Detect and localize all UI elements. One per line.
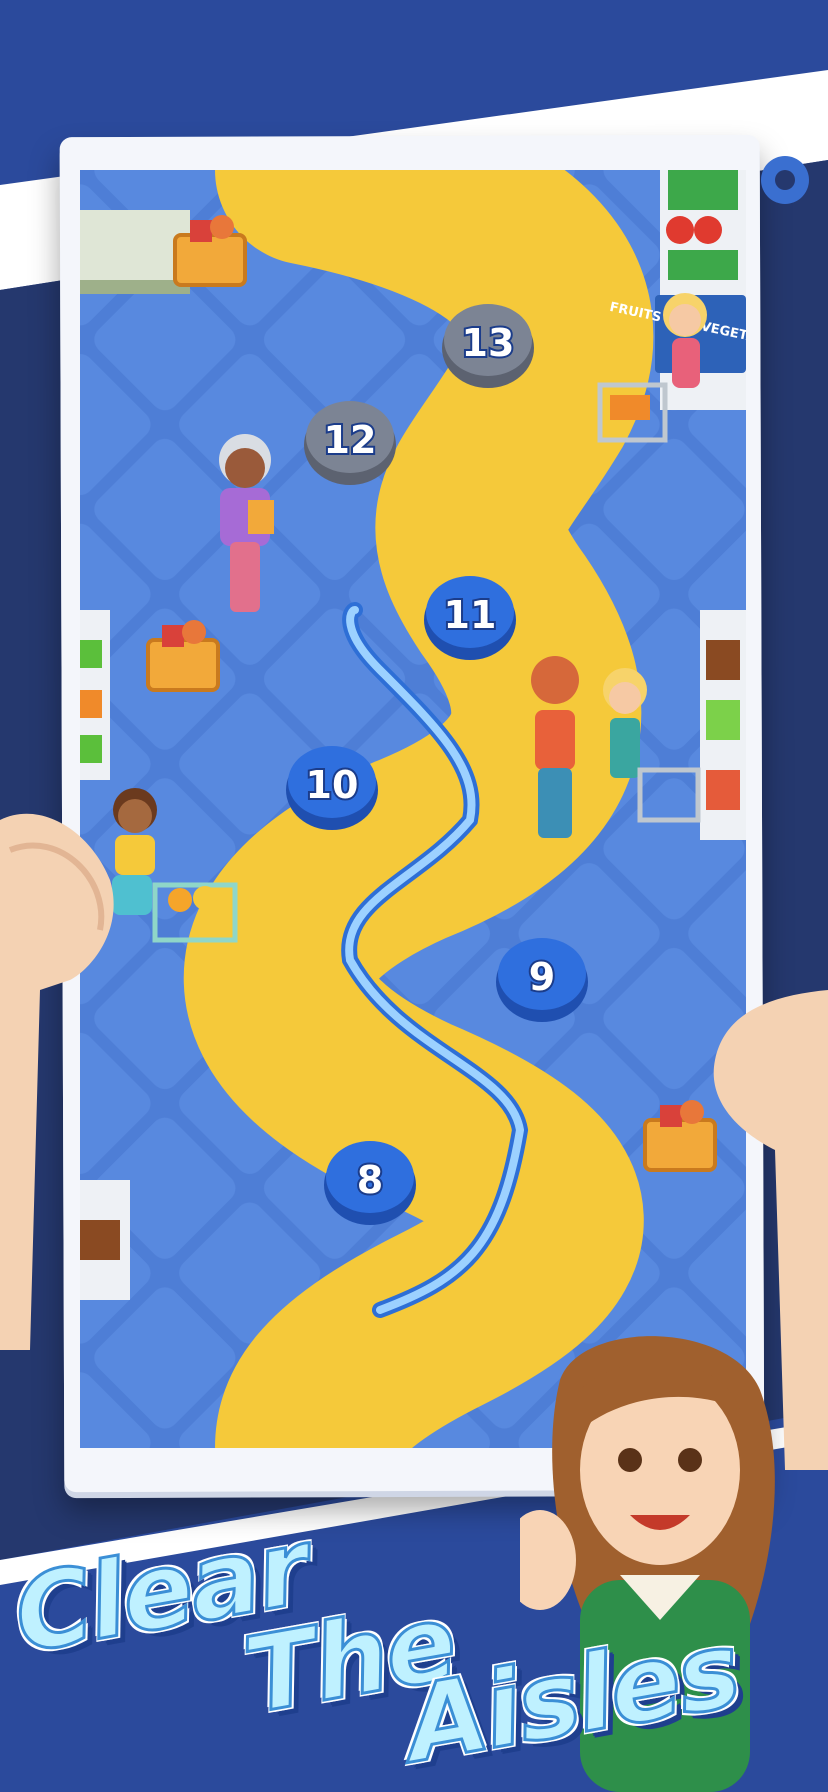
svg-text:13: 13 xyxy=(462,321,515,365)
level-node-10[interactable]: 10 xyxy=(286,746,378,830)
left-shelf xyxy=(80,610,110,780)
svg-text:9: 9 xyxy=(529,955,555,999)
svg-text:8: 8 xyxy=(357,1158,383,1202)
level-node-9[interactable]: 9 xyxy=(496,938,588,1022)
level-node-11[interactable]: 11 xyxy=(424,576,516,660)
right-shelf xyxy=(700,610,746,840)
game-screen: FRUITS AND VEGETABLES xyxy=(80,170,746,1448)
shopper-woman-redhead xyxy=(531,656,579,838)
svg-text:10: 10 xyxy=(306,763,359,807)
left-hand xyxy=(0,813,114,1350)
settings-gear-icon[interactable] xyxy=(755,150,815,210)
svg-text:11: 11 xyxy=(444,593,497,637)
level-node-12[interactable]: 12 xyxy=(304,401,396,485)
level-node-8[interactable]: 8 xyxy=(324,1141,416,1225)
level-node-13[interactable]: 13 xyxy=(442,304,534,388)
level-map: FRUITS AND VEGETABLES xyxy=(80,170,746,1448)
produce-shelf xyxy=(655,170,746,410)
svg-text:12: 12 xyxy=(324,418,377,462)
